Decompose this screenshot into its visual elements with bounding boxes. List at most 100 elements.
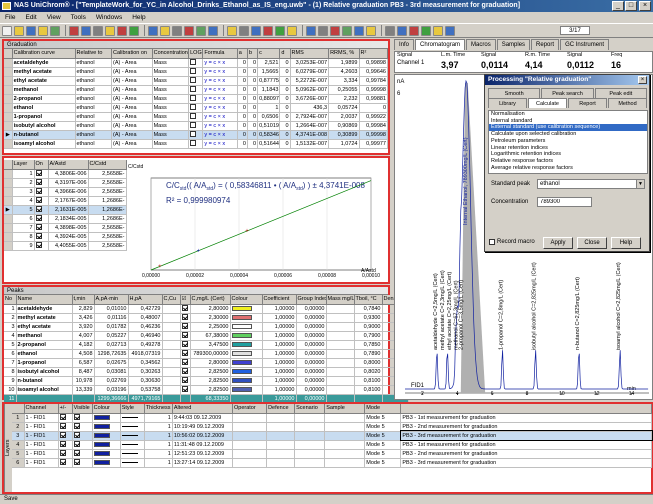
plusminus-checkbox[interactable] <box>59 432 66 439</box>
tab-info[interactable]: Info <box>394 39 415 50</box>
layer-on-checkbox[interactable] <box>35 179 42 186</box>
graduation-cell[interactable]: 0,99898 <box>359 58 388 68</box>
graduation-cell[interactable]: 0 <box>237 139 248 149</box>
colour-cell[interactable] <box>92 449 121 459</box>
peak-checkbox[interactable] <box>181 368 188 375</box>
peak-cell[interactable]: 2,82500 <box>190 385 231 395</box>
thickness-cell[interactable]: 1 <box>144 413 173 423</box>
graduation-cell[interactable]: Mass <box>152 67 190 77</box>
visible-checkbox[interactable] <box>73 441 80 448</box>
graduation-cell[interactable]: 0,99881 <box>359 94 388 104</box>
tab-gc-instrument[interactable]: GC Instrument <box>560 39 610 50</box>
graduation-cell[interactable]: 0,51644 <box>257 139 281 149</box>
toolbar-tool-icon[interactable] <box>433 25 443 36</box>
peak-cell[interactable]: 0,8100 <box>354 376 383 386</box>
peak-cell[interactable]: 4918,07319 <box>128 349 163 359</box>
peak-cell[interactable] <box>326 376 355 386</box>
peak-checkbox[interactable] <box>181 350 188 357</box>
peak-cell[interactable]: 1,00000 <box>262 340 297 350</box>
layer-on-checkbox[interactable] <box>35 242 42 249</box>
description-cell[interactable]: PB3 - 1st measurement for graduation <box>400 440 652 450</box>
colour-cell[interactable] <box>92 431 121 441</box>
colour-swatch[interactable] <box>231 377 252 383</box>
graduation-cell[interactable]: (A) - Area <box>111 121 153 131</box>
layers-col-header[interactable]: C/Cstd <box>88 160 127 170</box>
layer-on-checkbox[interactable] <box>35 170 42 177</box>
peak-cell[interactable] <box>326 367 355 377</box>
graduation-cell[interactable]: 0 <box>247 76 259 86</box>
visible-cell[interactable] <box>72 422 93 432</box>
layer-on-cell[interactable] <box>34 214 49 224</box>
calibration-point[interactable]: + <box>196 249 200 255</box>
style-cell[interactable] <box>120 458 145 468</box>
menu-edit[interactable]: Edit <box>20 12 41 23</box>
toolbar-tool-icon[interactable] <box>397 25 407 36</box>
peak-cell[interactable] <box>230 358 263 368</box>
layer-c-cstd[interactable]: 2,5658E- <box>88 232 127 242</box>
log-checkbox[interactable] <box>190 95 197 102</box>
graduation-cell[interactable]: 0 <box>247 121 259 131</box>
peak-cell[interactable] <box>230 376 263 386</box>
log-checkbox[interactable] <box>190 113 197 120</box>
peak-cell[interactable]: 0,46940 <box>128 331 163 341</box>
peaks-col-header[interactable]: Name <box>16 295 73 305</box>
graduation-cell[interactable]: 0 <box>279 85 291 95</box>
peak-cell[interactable]: methanol <box>16 331 73 341</box>
thickness-cell[interactable]: 1 <box>144 431 173 441</box>
peak-cell[interactable]: 1,00000 <box>262 376 297 386</box>
peak-cell[interactable] <box>180 349 191 359</box>
layer-a-astd[interactable]: 4,3924E-005 <box>48 232 89 242</box>
graduation-col-header[interactable]: LOG <box>188 49 204 59</box>
toolbar-tool-icon[interactable] <box>251 25 261 36</box>
dialog-tab-report[interactable]: Report <box>568 98 607 108</box>
peaks-col-header[interactable]: A,pA·min <box>94 295 129 305</box>
graduation-cell[interactable]: Mass <box>152 58 190 68</box>
graduation-cell[interactable] <box>188 94 204 104</box>
graduation-cell[interactable]: 2,521 <box>257 58 281 68</box>
toolbar-tool-icon[interactable] <box>208 25 218 36</box>
visible-cell[interactable] <box>72 440 93 450</box>
peak-row[interactable]: 7 1-propanol 6,587 0,02675 0,34562 2,80000 1,0… <box>4 358 409 368</box>
peak-cell[interactable] <box>162 376 181 386</box>
layer-row[interactable]: ▶ 5 2,1631E-005 1,2686E- <box>4 205 127 215</box>
peak-cell[interactable] <box>180 331 191 341</box>
layers-bottom-row[interactable]: 31 - FID1 1 10:56:02 09.12.2009 Mode 5 PB3 -… <box>12 430 653 441</box>
layer-a-astd[interactable]: 4,3806E-006 <box>48 169 89 179</box>
method-list-item[interactable]: Normalisation <box>489 111 647 118</box>
toolbar-tool-icon[interactable] <box>445 25 455 36</box>
chevron-down-icon[interactable]: ▼ <box>636 180 644 188</box>
graduation-cell[interactable]: 0,58346 <box>257 130 281 140</box>
graduation-cell[interactable]: 3,334 <box>328 76 360 86</box>
peak-cell[interactable]: 1,00000 <box>262 322 297 332</box>
layer-row[interactable]: 4 2,1767E-005 1,2686E- <box>4 196 127 206</box>
peak-cell[interactable] <box>230 331 263 341</box>
graduation-cell[interactable]: 4,3741E-008 <box>290 130 330 140</box>
method-list-item[interactable]: Relative response factors <box>489 158 647 165</box>
graduation-cell[interactable]: 6,0279E-007 <box>290 67 330 77</box>
peak-cell[interactable]: 10 <box>4 385 17 395</box>
mode-cell[interactable]: Mode 5 <box>364 440 402 450</box>
description-cell[interactable]: PB3 - 2nd measurement for graduation <box>400 449 652 459</box>
method-list-item[interactable]: Internal standard <box>489 118 647 125</box>
graduation-row[interactable]: 1-propanol ethanol (A) - Area Mass y = c × x… <box>4 112 388 122</box>
graduation-cell[interactable]: 3,0253E-007 <box>290 58 330 68</box>
graduation-cell[interactable]: 1,0724 <box>328 139 360 149</box>
plusminus-checkbox[interactable] <box>59 459 66 466</box>
plusminus-cell[interactable] <box>58 413 73 423</box>
colour-swatch[interactable] <box>231 305 252 311</box>
peak-cell[interactable]: 0,7890 <box>354 349 383 359</box>
layers-bottom-col-header[interactable]: Defence <box>266 404 296 414</box>
graduation-cell[interactable]: 436,3 <box>290 103 330 113</box>
peak-cell[interactable]: 2,829 <box>72 304 95 314</box>
graduation-cell[interactable]: methyl acetate <box>12 67 76 77</box>
plusminus-checkbox[interactable] <box>59 441 66 448</box>
layers-col-header[interactable]: On <box>34 160 49 170</box>
peak-cell[interactable]: acetaldehyde <box>16 304 73 314</box>
graduation-cell[interactable]: 0,90869 <box>328 121 360 131</box>
peak-cell[interactable]: ethyl acetate <box>16 322 73 332</box>
visible-cell[interactable] <box>72 431 93 441</box>
toolbar-tool-icon[interactable] <box>227 25 237 36</box>
method-list-item[interactable]: Calculate upon selected calibration <box>489 131 647 138</box>
graduation-cell[interactable]: 0,99998 <box>359 85 388 95</box>
plusminus-checkbox[interactable] <box>59 450 66 457</box>
